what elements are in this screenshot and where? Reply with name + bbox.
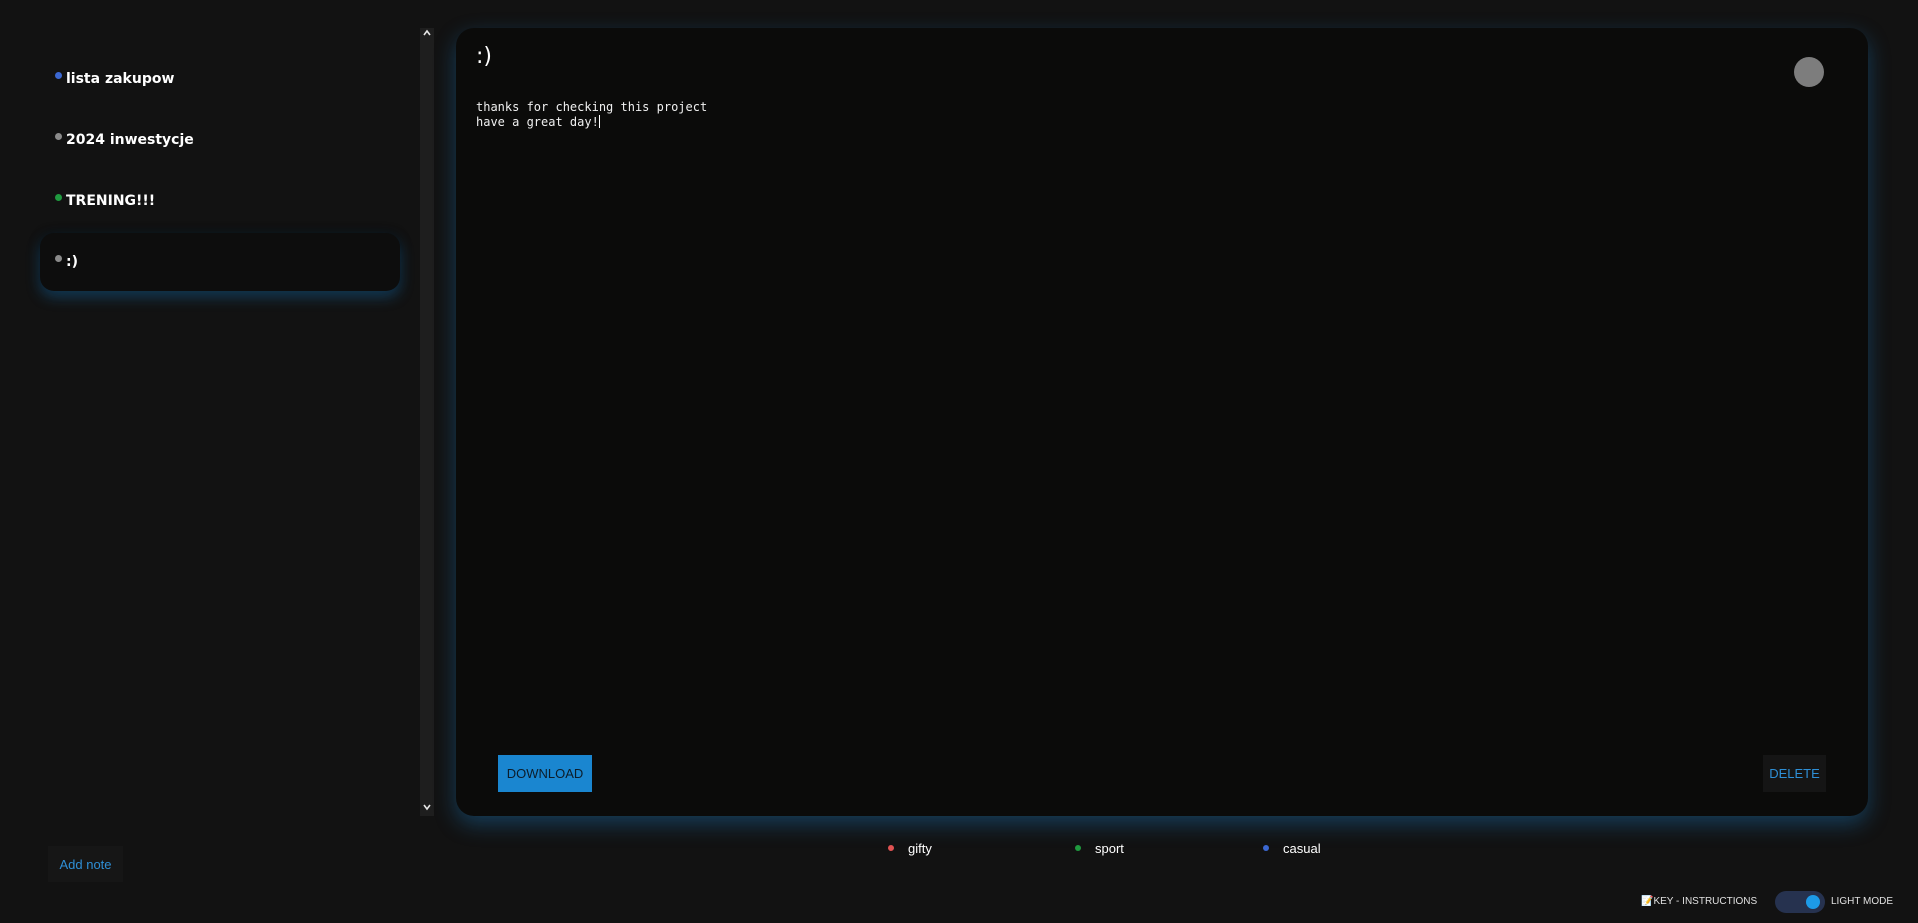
note-editor: :) thanks for checking this project have…: [456, 28, 1868, 816]
note-title: TRENING!!!: [66, 193, 156, 209]
category-label: casual: [1283, 841, 1321, 856]
color-picker-button[interactable]: [1794, 57, 1824, 87]
note-item-2024-inwestycje[interactable]: 2024 inwestycje: [40, 111, 400, 169]
note-title: 2024 inwestycje: [66, 132, 194, 148]
notes-list: lista zakupow 2024 inwestycje TRENING!!!…: [40, 50, 400, 294]
note-title: lista zakupow: [66, 71, 175, 87]
key-instructions-link[interactable]: 📝KEY - INSTRUCTIONS: [1641, 896, 1757, 907]
note-body-line: thanks for checking this project: [476, 100, 708, 114]
download-button[interactable]: DOWNLOAD: [498, 755, 592, 792]
category-dot-icon: [55, 255, 62, 262]
light-mode-toggle[interactable]: [1775, 891, 1825, 913]
note-title-input[interactable]: :): [476, 44, 492, 69]
note-title: :): [66, 254, 78, 270]
category-label: gifty: [908, 841, 932, 856]
note-body-textarea[interactable]: thanks for checking this project have a …: [476, 100, 1776, 130]
note-item-smiley[interactable]: :): [40, 233, 400, 291]
category-dot-icon: [55, 133, 62, 140]
note-item-trening[interactable]: TRENING!!!: [40, 172, 400, 230]
category-dot-icon: [1075, 845, 1081, 851]
toggle-knob: [1806, 895, 1820, 909]
chevron-down-icon[interactable]: [420, 802, 434, 816]
chevron-up-icon[interactable]: [420, 28, 434, 42]
note-body-line: have a great day!: [476, 115, 599, 129]
category-dot-icon: [55, 194, 62, 201]
add-note-button[interactable]: Add note: [48, 846, 123, 882]
delete-button[interactable]: DELETE: [1763, 755, 1826, 792]
category-label: sport: [1095, 841, 1124, 856]
light-mode-label: LIGHT MODE: [1831, 896, 1894, 907]
note-item-lista-zakupow[interactable]: lista zakupow: [40, 50, 400, 108]
category-dot-icon: [888, 845, 894, 851]
category-dot-icon: [55, 72, 62, 79]
text-caret: [598, 115, 600, 128]
notes-scrollbar[interactable]: [420, 28, 434, 816]
category-dot-icon: [1263, 845, 1269, 851]
